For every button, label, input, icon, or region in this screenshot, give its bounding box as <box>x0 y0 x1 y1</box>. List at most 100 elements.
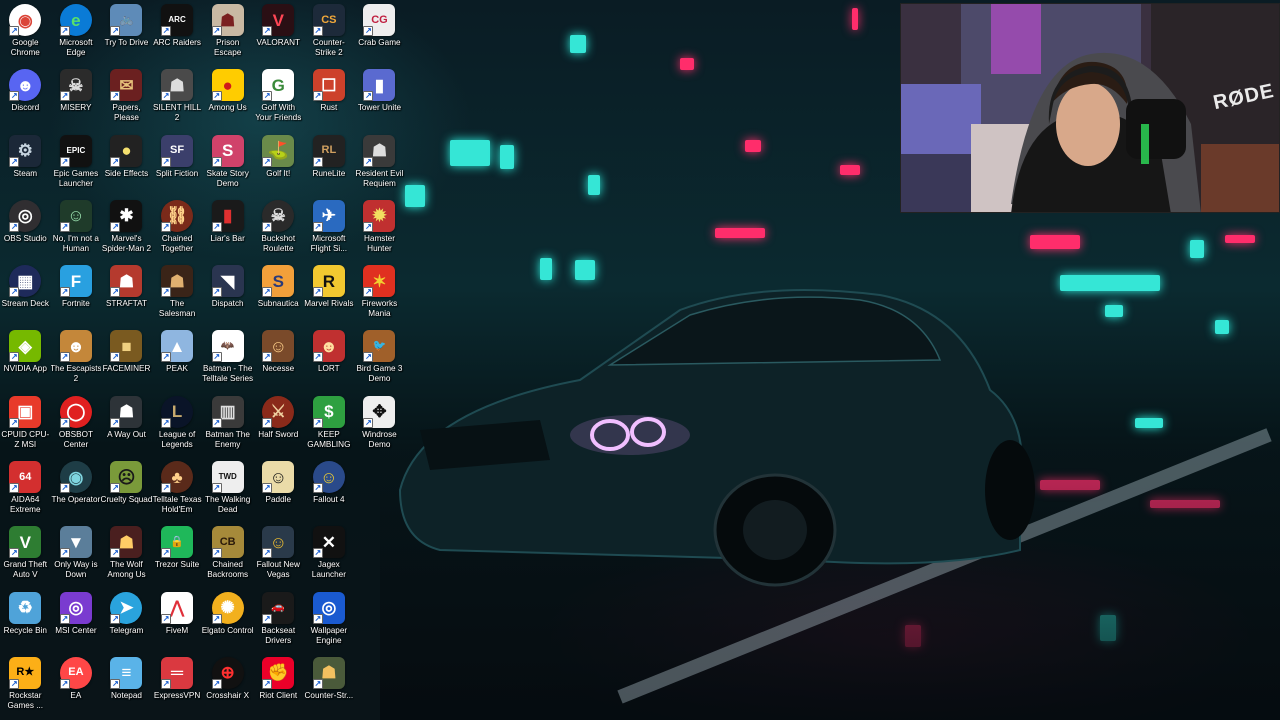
desktop-shortcut-fallout-nv[interactable]: ☺ ↗ Fallout New Vegas <box>253 522 304 587</box>
desktop-shortcut-rust[interactable]: ☐ ↗ Rust <box>304 65 355 130</box>
desktop-shortcut-wallpaper-engine[interactable]: ◎ ↗ Wallpaper Engine <box>304 588 355 653</box>
desktop-shortcut-batman-enemy[interactable]: ▥ ↗ Batman The Enemy <box>202 392 253 457</box>
desktop-shortcut-fivem[interactable]: ⋀ ↗ FiveM <box>152 588 203 653</box>
desktop-shortcut-liars-bar[interactable]: ▮ ↗ Liar's Bar <box>202 196 253 261</box>
desktop-shortcut-backseat-drivers[interactable]: 🚗 ↗ Backseat Drivers <box>253 588 304 653</box>
desktop-shortcut-recycle-bin[interactable]: ♻ Recycle Bin <box>0 588 51 653</box>
desktop-shortcut-operator[interactable]: ◉ ↗ The Operator <box>51 457 102 522</box>
desktop-shortcut-telegram[interactable]: ➤ ↗ Telegram <box>101 588 152 653</box>
shortcut-arrow-icon: ↗ <box>211 26 222 36</box>
desktop-shortcut-cpuz[interactable]: ▣ ↗ CPUID CPU-Z MSI <box>0 392 51 457</box>
desktop-shortcut-fortnite[interactable]: F ↗ Fortnite <box>51 261 102 326</box>
desktop-shortcut-label: The Wolf Among Us <box>107 560 146 580</box>
desktop-shortcut-windrose[interactable]: ✥ ↗ Windrose Demo <box>354 392 405 457</box>
desktop-shortcut-crab-game[interactable]: CG ↗ Crab Game <box>354 0 405 65</box>
desktop-shortcut-hamster-hunter[interactable]: ✹ ↗ Hamster Hunter <box>354 196 405 261</box>
shortcut-arrow-icon: ↗ <box>211 91 222 102</box>
desktop-shortcut-bird-game[interactable]: 🐦 ↗ Bird Game 3 Demo <box>354 326 405 391</box>
desktop-shortcut-misery[interactable]: ☠ ↗ MISERY <box>51 65 102 130</box>
desktop-shortcut-papers-please[interactable]: ✉ ↗ Papers, Please <box>101 65 152 130</box>
discord-icon: ☻ ↗ <box>9 69 42 102</box>
desktop-shortcut-riot-client[interactable]: ✊ ↗ Riot Client <box>253 653 304 718</box>
desktop-shortcut-telltale-poker[interactable]: ♣ ↗ Telltale Texas Hold'Em <box>152 457 203 522</box>
desktop-shortcut-notepad[interactable]: ≡ ↗ Notepad <box>101 653 152 718</box>
desktop-shortcut-peak[interactable]: ▲ ↗ PEAK <box>152 326 203 391</box>
shortcut-arrow-icon: ↗ <box>59 483 70 494</box>
desktop-shortcut-msi-center[interactable]: ◎ ↗ MSI Center <box>51 588 102 653</box>
desktop-shortcut-try-to-drive[interactable]: 🚲 ↗ Try To Drive <box>101 0 152 65</box>
obs-icon: ◎ ↗ <box>9 199 42 232</box>
desktop-shortcut-league[interactable]: L ↗ League of Legends <box>152 392 203 457</box>
desktop-shortcut-runelite[interactable]: RL ↗ RuneLite <box>304 131 355 196</box>
desktop-shortcut-label: Liar's Bar <box>210 233 245 243</box>
desktop-shortcut-only-way-down[interactable]: ▼ ↗ Only Way is Down <box>51 522 102 587</box>
desktop-shortcut-ea[interactable]: EA ↗ EA <box>51 653 102 718</box>
desktop-shortcut-necesse[interactable]: ☺ ↗ Necesse <box>253 326 304 391</box>
desktop-shortcut-straftat[interactable]: ☗ ↗ STRAFTAT <box>101 261 152 326</box>
desktop-shortcut-expressvpn[interactable]: ═ ↗ ExpressVPN <box>152 653 203 718</box>
desktop-shortcut-golf-it[interactable]: ⛳ ↗ Golf It! <box>253 131 304 196</box>
desktop-shortcut-arc-raiders[interactable]: ARC ↗ ARC Raiders <box>152 0 203 65</box>
desktop-shortcut-label: Crab Game <box>358 38 401 47</box>
desktop-shortcut-spiderman[interactable]: ✱ ↗ Marvel's Spider-Man 2 <box>101 196 152 261</box>
desktop-shortcut-flight-sim[interactable]: ✈ ↗ Microsoft Flight Si... <box>304 196 355 261</box>
desktop-shortcut-chrome[interactable]: ◉ ↗ Google Chrome <box>0 0 51 65</box>
desktop-shortcut-faceminer[interactable]: ■ ↗ FACEMINER <box>101 326 152 391</box>
desktop-shortcut-cs-source[interactable]: ☗ ↗ Counter-Str... <box>304 653 355 718</box>
desktop-shortcut-discord[interactable]: ☻ ↗ Discord <box>0 65 51 130</box>
desktop-shortcut-cruelty-squad[interactable]: ☹ ↗ Cruelty Squad <box>101 457 152 522</box>
desktop-shortcut-steam[interactable]: ⚙ ↗ Steam <box>0 131 51 196</box>
desktop-shortcut-obsbot[interactable]: ◯ ↗ OBSBOT Center <box>51 392 102 457</box>
desktop-shortcut-cs2[interactable]: CS ↗ Counter-Strike 2 <box>304 0 355 65</box>
desktop-shortcut-tower-unite[interactable]: ▮ ↗ Tower Unite <box>354 65 405 130</box>
desktop-shortcut-not-human[interactable]: ☺ ↗ No, I'm not a Human <box>51 196 102 261</box>
desktop-shortcut-subnautica[interactable]: S ↗ Subnautica <box>253 261 304 326</box>
desktop-shortcut-skate-story[interactable]: S ↗ Skate Story Demo <box>202 131 253 196</box>
desktop-shortcut-label: Recycle Bin <box>3 625 47 635</box>
desktop-shortcut-label: Discord <box>11 103 40 113</box>
desktop-shortcut-prison-escape[interactable]: ☗↗ Prison Escape Simulator <box>202 0 253 65</box>
desktop-shortcut-label: Resident Evil Requiem <box>355 168 404 188</box>
shortcut-arrow-icon: ↗ <box>110 678 121 689</box>
shortcut-arrow-icon: ↗ <box>211 287 222 298</box>
desktop-shortcut-rockstar[interactable]: R★ ↗ Rockstar Games ... <box>0 653 51 718</box>
desktop-shortcut-obs[interactable]: ◎ ↗ OBS Studio <box>0 196 51 261</box>
desktop-shortcut-paddle[interactable]: ☺ ↗ Paddle <box>253 457 304 522</box>
desktop-shortcut-side-effects[interactable]: ● ↗ Side Effects <box>101 131 152 196</box>
desktop-shortcut-silent-hill[interactable]: ☗ ↗ SILENT HILL 2 <box>152 65 203 130</box>
desktop-shortcut-aida64[interactable]: 64 ↗ AIDA64 Extreme <box>0 457 51 522</box>
desktop-shortcut-wolf-among-us[interactable]: ☗ ↗ The Wolf Among Us <box>101 522 152 587</box>
desktop-shortcut-dispatch[interactable]: ◥ ↗ Dispatch <box>202 261 253 326</box>
desktop-shortcut-edge[interactable]: e ↗ Microsoft Edge <box>51 0 102 65</box>
desktop-shortcut-escapists[interactable]: ☻ ↗ The Escapists 2 <box>51 326 101 391</box>
desktop-shortcut-elgato[interactable]: ✺ ↗ Elgato Control <box>202 588 253 653</box>
desktop-shortcut-fallout4[interactable]: ☺ ↗ Fallout 4 <box>304 457 355 522</box>
desktop-shortcut-buckshot[interactable]: ☠ ↗ Buckshot Roulette <box>253 196 304 261</box>
desktop-shortcut-a-way-out[interactable]: ☗ ↗ A Way Out <box>101 392 152 457</box>
desktop-shortcut-epic-games[interactable]: EPIC ↗ Epic Games Launcher <box>51 131 102 196</box>
desktop-shortcut-walking-dead[interactable]: TWD ↗ The Walking Dead <box>202 457 253 522</box>
desktop-shortcut-keep-gambling[interactable]: $ ↗ KEEP GAMBLING <box>304 392 355 457</box>
desktop-shortcut-trezor[interactable]: 🔒 ↗ Trezor Suite <box>152 522 203 587</box>
subnautica-icon: S ↗ <box>262 265 295 298</box>
desktop-shortcut-batman-telltale[interactable]: 🦇 ↗ Batman - The Telltale Series <box>202 326 253 391</box>
desktop-shortcut-lort[interactable]: ☻ ↗ LORT <box>304 326 355 391</box>
desktop-shortcut-jagex[interactable]: ✕ ↗ Jagex Launcher <box>304 522 355 587</box>
desktop-shortcut-crosshair-x[interactable]: ⊕ ↗ Crosshair X <box>202 653 253 718</box>
desktop-shortcut-salesman[interactable]: ☗ ↗ The Salesman <box>152 261 203 326</box>
desktop-shortcut-among-us[interactable]: ● ↗ Among Us <box>202 65 253 130</box>
desktop-shortcut-valorant[interactable]: V ↗ VALORANT <box>253 0 304 65</box>
desktop-shortcut-chained-together[interactable]: ⛓ ↗ Chained Together <box>152 196 203 261</box>
desktop-shortcut-gta5[interactable]: V ↗ Grand Theft Auto V <box>0 522 51 587</box>
shortcut-arrow-icon: ↗ <box>262 417 273 428</box>
desktop-shortcut-chained-backrooms[interactable]: CB ↗ Chained Backrooms <box>202 522 253 587</box>
desktop-shortcut-nvidia[interactable]: ◈ ↗ NVIDIA App <box>0 326 51 391</box>
desktop-shortcut-stream-deck[interactable]: ▦ ↗ Stream Deck <box>0 261 51 326</box>
desktop-shortcut-golf-friends[interactable]: G ↗ Golf With Your Friends <box>253 65 304 130</box>
desktop-shortcut-fireworks-mania[interactable]: ✶ ↗ Fireworks Mania <box>354 261 405 326</box>
desktop-shortcut-half-sword[interactable]: ⚔ ↗ Half Sword <box>253 392 304 457</box>
desktop-shortcut-marvel-rivals[interactable]: R ↗ Marvel Rivals <box>304 261 355 326</box>
desktop-shortcut-re-requiem[interactable]: ☗ ↗ Resident Evil Requiem <box>354 131 405 196</box>
desktop-shortcut-label: Necesse <box>262 364 295 374</box>
desktop-shortcut-split-fiction[interactable]: SF ↗ Split Fiction <box>152 131 203 196</box>
